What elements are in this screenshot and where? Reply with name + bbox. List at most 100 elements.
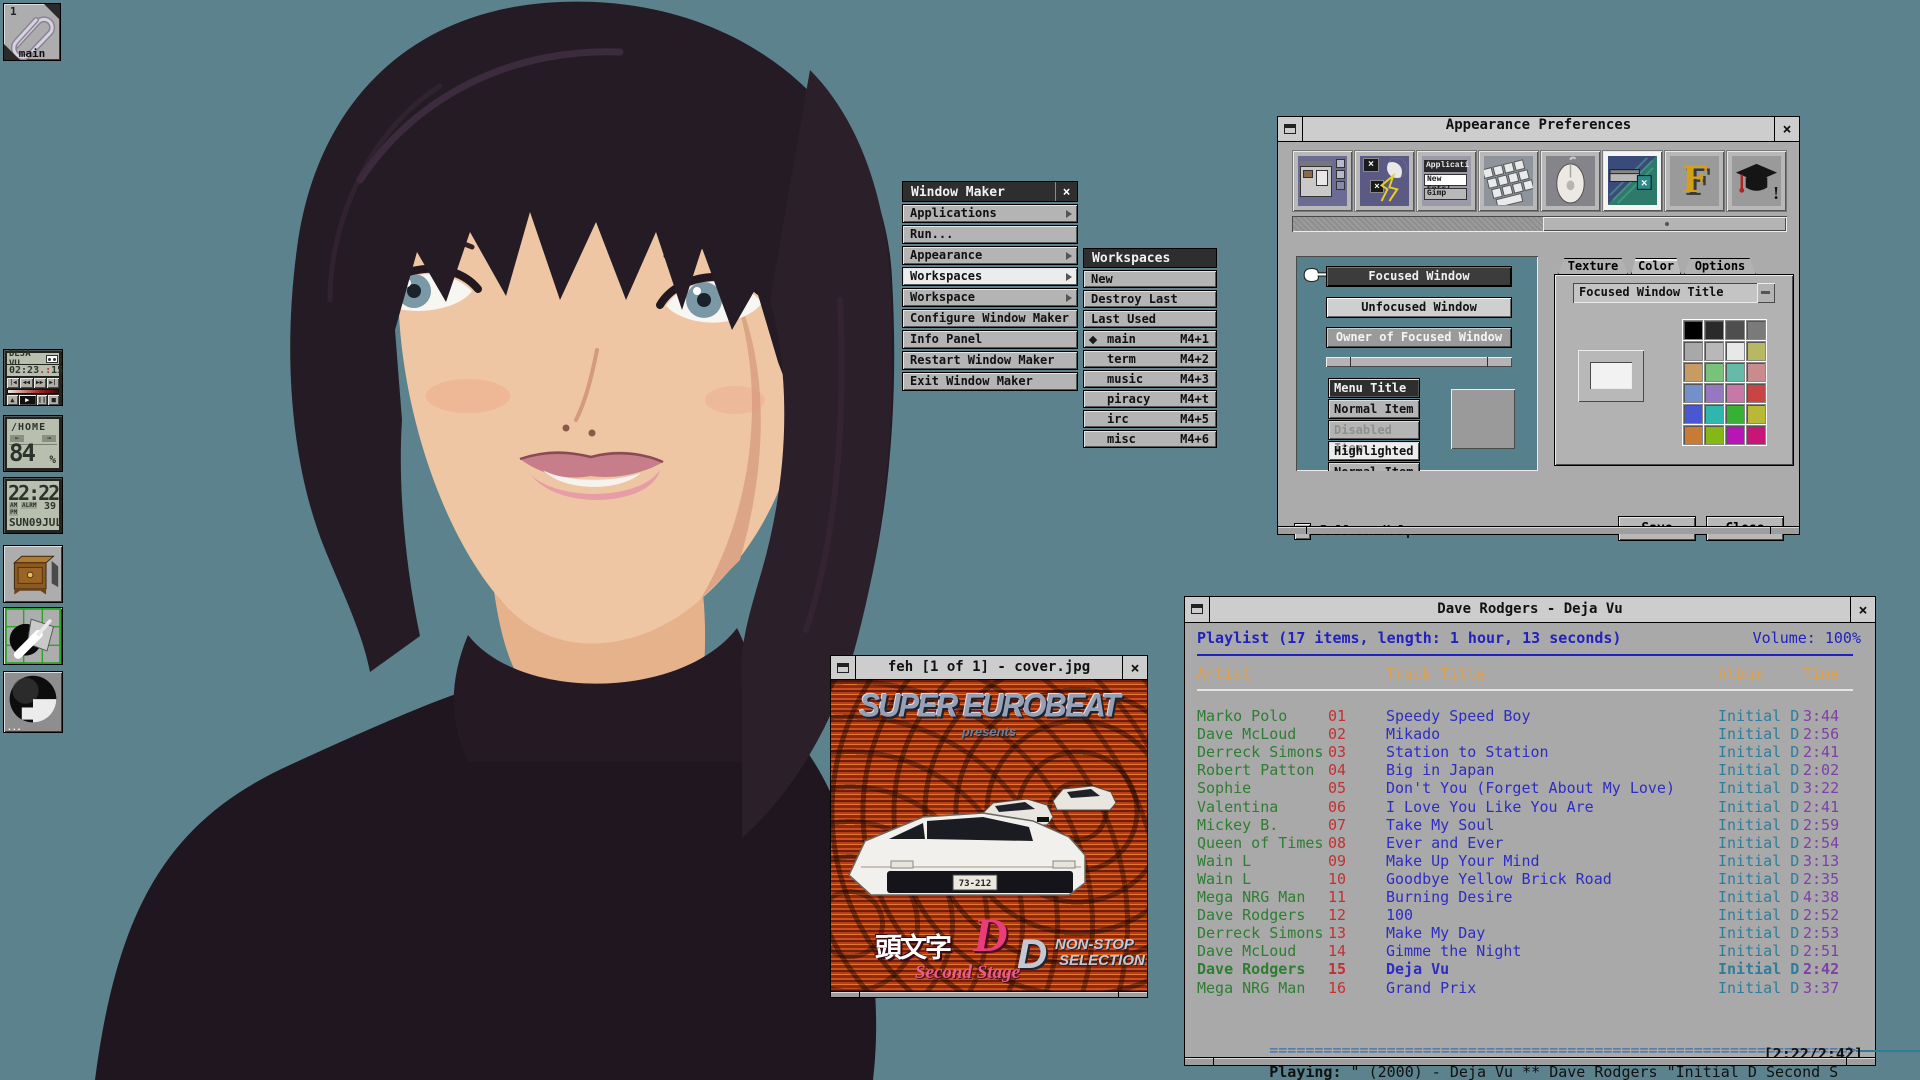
track-row-16[interactable]: Mega NRG Man16Grand PrixInitial D3:37 <box>1185 979 1875 997</box>
feh-miniaturize-button[interactable] <box>831 656 856 679</box>
menu-item-appearance[interactable]: Appearance <box>902 246 1078 265</box>
pref-tab-window-focus-icon[interactable]: ×× <box>1354 150 1415 212</box>
pref-tab-window-handling-icon[interactable] <box>1292 150 1353 212</box>
menu-item-configure-window-maker[interactable]: Configure Window Maker <box>902 309 1078 328</box>
palette-color-1-3[interactable] <box>1746 341 1766 361</box>
feh-titlebar[interactable]: feh [1 of 1] - cover.jpg × <box>831 656 1147 680</box>
music-eject-button[interactable]: ▲ <box>7 395 18 405</box>
palette-color-1-2[interactable] <box>1725 341 1745 361</box>
pref-tab-menu-preferences-icon[interactable]: ApplicatiNew Entr|Gimp <box>1416 150 1477 212</box>
palette-color-2-0[interactable] <box>1683 362 1703 382</box>
track-row-10[interactable]: Wain L10Goodbye Yellow Brick RoadInitial… <box>1185 870 1875 888</box>
track-row-02[interactable]: Dave McLoud02MikadoInitial D2:56 <box>1185 725 1875 743</box>
palette-color-3-1[interactable] <box>1704 383 1724 403</box>
track-row-07[interactable]: Mickey B.07Take My SoulInitial D2:59 <box>1185 816 1875 834</box>
pref-tab-keyboard-icon[interactable] <box>1478 150 1539 212</box>
scrollbar-thumb[interactable] <box>1543 217 1786 231</box>
palette-color-2-1[interactable] <box>1704 362 1724 382</box>
palette-color-4-3[interactable] <box>1746 404 1766 424</box>
icon-preview-sample[interactable] <box>1451 389 1515 449</box>
color-swatch-well[interactable] <box>1578 350 1644 402</box>
workspace-item-misc[interactable]: miscM4+6 <box>1083 430 1217 448</box>
track-row-15[interactable]: Dave Rodgers15Deja VuInitial D2:42 <box>1185 960 1875 978</box>
music-rewind-button[interactable]: ◀◀ <box>20 378 32 388</box>
disk-right-arrow[interactable]: → <box>42 435 56 442</box>
menu-item-applications[interactable]: Applications <box>902 204 1078 223</box>
dock-icon-sphere[interactable]: ... <box>3 671 63 733</box>
player-titlebar[interactable]: Dave Rodgers - Deja Vu × <box>1185 597 1875 623</box>
menu-preview-item-normal-item[interactable]: Normal Item <box>1328 462 1420 471</box>
palette-color-4-0[interactable] <box>1683 404 1703 424</box>
track-row-05[interactable]: Sophie05Don't You (Forget About My Love)… <box>1185 779 1875 797</box>
appearance-resize-bar[interactable] <box>1278 526 1799 534</box>
music-pause-button[interactable]: ❙❙ <box>37 395 48 405</box>
palette-color-5-3[interactable] <box>1746 425 1766 445</box>
palette-color-5-1[interactable] <box>1704 425 1724 445</box>
owner-window-sample[interactable]: Owner of Focused Window <box>1326 327 1512 348</box>
palette-color-5-0[interactable] <box>1683 425 1703 445</box>
music-prev-track-button[interactable]: |◀ <box>7 378 19 388</box>
track-row-04[interactable]: Robert Patton04Big in JapanInitial D2:02 <box>1185 761 1875 779</box>
icon-row-scrollbar[interactable] <box>1292 216 1787 232</box>
palette-color-0-1[interactable] <box>1704 320 1724 340</box>
track-row-06[interactable]: Valentina06I Love You Like You AreInitia… <box>1185 798 1875 816</box>
close-button[interactable]: × <box>1774 117 1799 141</box>
track-row-08[interactable]: Queen of Times08Ever and EverInitial D2:… <box>1185 834 1875 852</box>
pref-tab-mouse-icon[interactable] <box>1540 150 1601 212</box>
track-row-01[interactable]: Marko Polo01Speedy Speed BoyInitial D3:4… <box>1185 707 1875 725</box>
track-row-11[interactable]: Mega NRG Man11Burning DesireInitial D4:3… <box>1185 888 1875 906</box>
track-row-09[interactable]: Wain L09Make Up Your MindInitial D3:13 <box>1185 852 1875 870</box>
palette-color-1-0[interactable] <box>1683 341 1703 361</box>
pref-tab-appearance-icon[interactable]: × <box>1602 150 1663 212</box>
palette-color-4-2[interactable] <box>1725 404 1745 424</box>
workspace-clip[interactable]: 1 main <box>3 3 61 61</box>
palette-color-3-0[interactable] <box>1683 383 1703 403</box>
track-row-13[interactable]: Derreck Simons13Make My DayInitial D2:53 <box>1185 924 1875 942</box>
music-next-track-button[interactable]: ▶| <box>47 378 59 388</box>
track-row-14[interactable]: Dave McLoud14Gimme the NightInitial D2:5… <box>1185 942 1875 960</box>
workspaces-submenu-titlebar[interactable]: Workspaces <box>1083 248 1217 268</box>
dockapp-disk-monitor[interactable]: /HOME ← → 84 % <box>3 415 63 472</box>
focused-window-sample[interactable]: Focused Window <box>1326 266 1512 287</box>
palette-color-4-1[interactable] <box>1704 404 1724 424</box>
pref-tab-expert-icon[interactable]: ! <box>1726 150 1787 212</box>
palette-color-2-3[interactable] <box>1746 362 1766 382</box>
submenu-item-new[interactable]: New <box>1083 270 1217 288</box>
menu-item-run[interactable]: Run... <box>902 225 1078 244</box>
root-menu-close-icon[interactable]: × <box>1055 182 1077 201</box>
feh-close-button[interactable]: × <box>1122 656 1147 679</box>
menu-preview-item-highlighted[interactable]: Highlighted <box>1328 441 1420 461</box>
dropdown-button-icon[interactable] <box>1757 283 1775 303</box>
root-menu-titlebar[interactable]: Window Maker × <box>902 181 1078 202</box>
track-progress-bar[interactable]: ========================================… <box>1197 1023 1865 1041</box>
appearance-titlebar[interactable]: Appearance Preferences × <box>1278 117 1799 142</box>
workspace-item-music[interactable]: musicM4+3 <box>1083 370 1217 388</box>
track-row-12[interactable]: Dave Rodgers12100Initial D2:52 <box>1185 906 1875 924</box>
tab-options[interactable]: Options <box>1684 258 1756 275</box>
resizebar-sample[interactable] <box>1326 357 1512 367</box>
workspace-item-irc[interactable]: ircM4+5 <box>1083 410 1217 428</box>
submenu-item-destroy-last[interactable]: Destroy Last <box>1083 290 1217 308</box>
dock-icon-drawer[interactable] <box>3 545 63 603</box>
feh-resize-bar[interactable] <box>831 991 1147 997</box>
music-stop-button[interactable]: ■ <box>48 395 59 405</box>
workspace-item-term[interactable]: termM4+2 <box>1083 350 1217 368</box>
palette-color-0-2[interactable] <box>1725 320 1745 340</box>
menu-preview-item-normal-item[interactable]: Normal Item <box>1328 399 1420 419</box>
music-progress-bar[interactable] <box>7 389 59 394</box>
tab-color[interactable]: Color <box>1631 258 1681 275</box>
workspace-item-main[interactable]: mainM4+1 <box>1083 330 1217 348</box>
dock-icon-configure[interactable] <box>3 607 63 665</box>
menu-item-info-panel[interactable]: Info Panel <box>902 330 1078 349</box>
dockapp-music-player[interactable]: DEJA VU 02:23 .: 15 |◀◀◀▶▶▶| ▲▶❙❙■ <box>3 349 63 406</box>
track-row-03[interactable]: Derreck Simons03Station to StationInitia… <box>1185 743 1875 761</box>
palette-color-5-2[interactable] <box>1725 425 1745 445</box>
pref-tab-font-icon[interactable]: F <box>1664 150 1725 212</box>
unfocused-window-sample[interactable]: Unfocused Window <box>1326 297 1512 318</box>
miniaturize-button[interactable] <box>1278 117 1303 141</box>
menu-item-exit-window-maker[interactable]: Exit Window Maker <box>902 372 1078 391</box>
submenu-item-last-used[interactable]: Last Used <box>1083 310 1217 328</box>
dockapp-clock[interactable]: 22:22 AM ALRM PM 39 SUN09JUL <box>3 477 63 534</box>
menu-item-workspaces[interactable]: Workspaces <box>902 267 1078 286</box>
palette-color-2-2[interactable] <box>1725 362 1745 382</box>
